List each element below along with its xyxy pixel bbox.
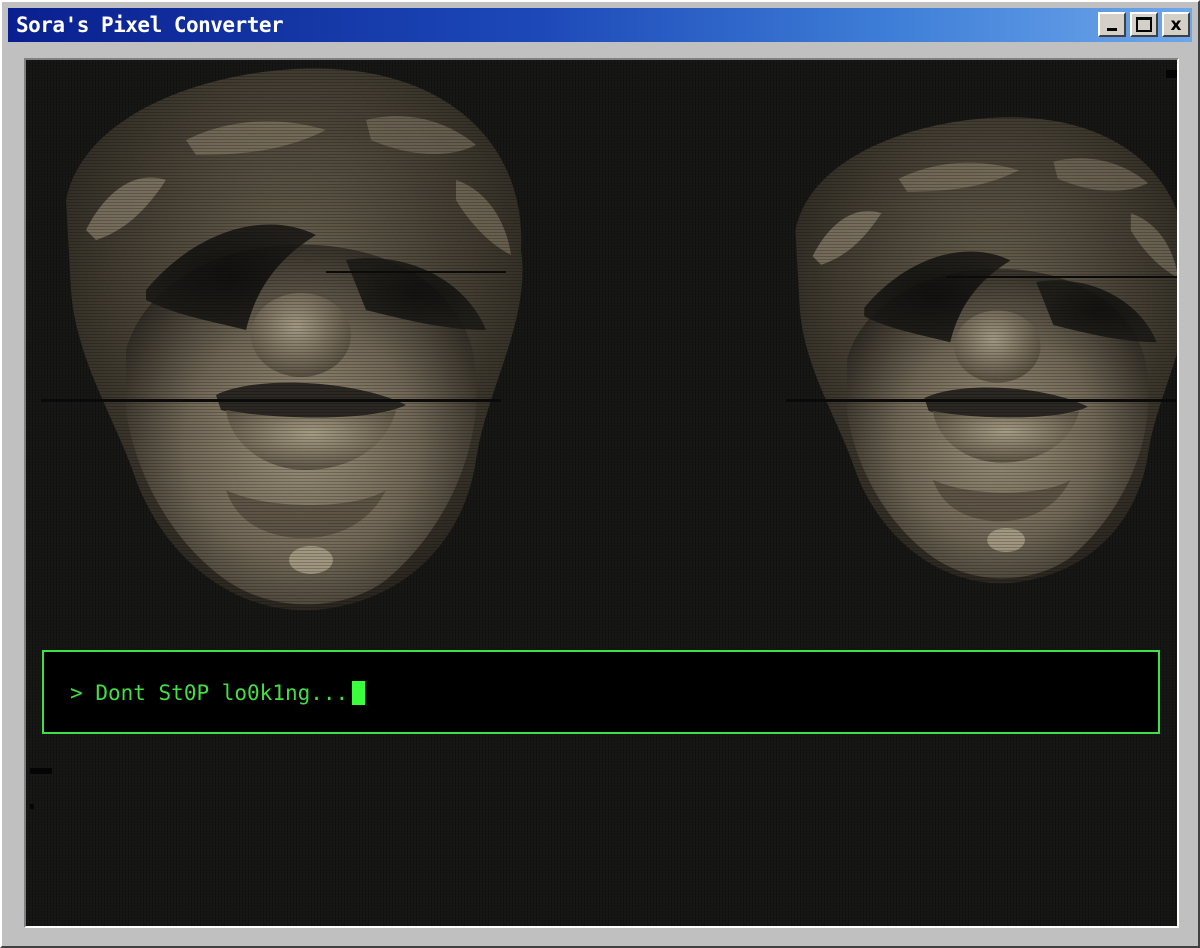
terminal-message: Dont St0P lo0k1ng... [95, 681, 349, 705]
prompt-symbol: > [70, 681, 83, 705]
minimize-button[interactable] [1098, 12, 1126, 37]
glitch-line [30, 804, 34, 809]
close-button[interactable]: x [1162, 12, 1190, 37]
minimize-icon [1107, 28, 1117, 31]
pixel-image [30, 68, 1177, 809]
right-face-figure [795, 117, 1177, 584]
terminal-box[interactable]: > Dont St0P lo0k1ng... [42, 650, 1160, 734]
glitch-line [41, 399, 501, 402]
left-face-figure [66, 68, 523, 611]
maximize-icon [1136, 17, 1152, 32]
glitch-line [946, 276, 1177, 278]
app-window: Sora's Pixel Converter x > Dont St0P lo0… [0, 0, 1200, 948]
title-bar[interactable]: Sora's Pixel Converter x [8, 8, 1192, 42]
glitch-line [786, 399, 1176, 402]
glitch-line [326, 271, 506, 273]
glitch-line [30, 768, 52, 774]
image-viewport: > Dont St0P lo0k1ng... [26, 60, 1177, 926]
glitch-line [1166, 70, 1177, 78]
window-title: Sora's Pixel Converter [16, 13, 284, 37]
close-icon: x [1170, 15, 1182, 35]
terminal-line: > Dont St0P lo0k1ng... [70, 680, 366, 706]
text-cursor [352, 681, 366, 705]
client-area: > Dont St0P lo0k1ng... [24, 58, 1179, 928]
maximize-button[interactable] [1130, 12, 1158, 37]
